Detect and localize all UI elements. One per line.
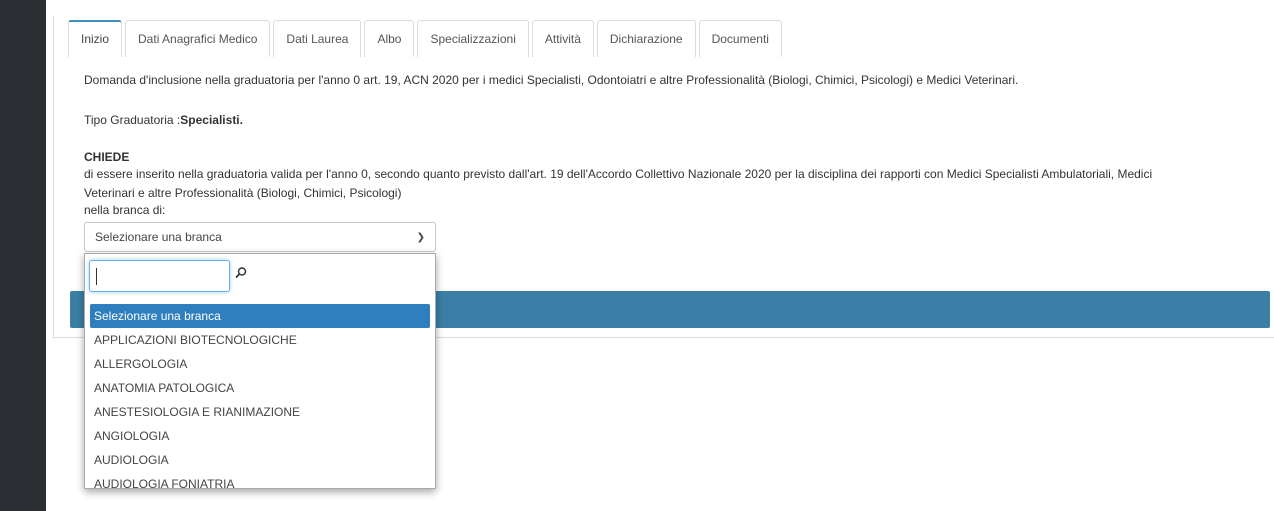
text-cursor [96, 268, 97, 285]
tab-bar: Inizio Dati Anagrafici Medico Dati Laure… [68, 20, 785, 57]
branca-option[interactable]: Selezionare una branca [90, 304, 430, 328]
left-sidebar [0, 0, 46, 511]
intro-text: Domanda d'inclusione nella graduatoria p… [84, 73, 1019, 87]
branca-label: nella branca di: [84, 203, 166, 217]
tab-inizio[interactable]: Inizio [68, 20, 123, 57]
branca-option[interactable]: ALLERGOLOGIA [85, 352, 435, 376]
branca-option[interactable]: APPLICAZIONI BIOTECNOLOGICHE [85, 328, 435, 352]
tipo-graduatoria-value: Specialisti. [180, 113, 243, 127]
request-text-line1: di essere inserito nella graduatoria val… [84, 167, 1153, 181]
branca-select-value: Selezionare una branca [95, 230, 222, 244]
tab-specializzazioni[interactable]: Specializzazioni [417, 20, 529, 57]
branca-dropdown: Selezionare una branca APPLICAZIONI BIOT… [84, 253, 436, 489]
tipo-graduatoria-label: Tipo Graduatoria : [84, 113, 181, 127]
tab-dichiarazione[interactable]: Dichiarazione [596, 20, 696, 57]
tab-documenti[interactable]: Documenti [698, 20, 782, 57]
branca-option[interactable]: ANESTESIOLOGIA E RIANIMAZIONE [85, 400, 435, 424]
tab-dati-laurea[interactable]: Dati Laurea [273, 20, 362, 57]
branca-option[interactable]: AUDIOLOGIA [85, 448, 435, 472]
chiede-heading: CHIEDE [84, 150, 130, 164]
branca-option[interactable]: AUDIOLOGIA FONIATRIA [85, 472, 435, 488]
request-text-line2: Veterinari e altre Professionalità (Biol… [84, 186, 402, 200]
chevron-down-icon: ❯ [416, 232, 425, 243]
branca-option[interactable]: ANGIOLOGIA [85, 424, 435, 448]
tipo-graduatoria: Tipo Graduatoria :Specialisti. [84, 113, 243, 127]
branca-option[interactable]: ANATOMIA PATOLOGICA [85, 376, 435, 400]
search-icon [235, 267, 247, 279]
branca-options-list: Selezionare una branca APPLICAZIONI BIOT… [85, 304, 435, 488]
branca-search-input[interactable] [89, 260, 230, 292]
tab-albo[interactable]: Albo [364, 20, 415, 57]
tab-dati-anagrafici-medico[interactable]: Dati Anagrafici Medico [125, 20, 271, 57]
branca-select[interactable]: Selezionare una branca ❯ [84, 222, 436, 252]
tab-attivita[interactable]: Attività [531, 20, 594, 57]
